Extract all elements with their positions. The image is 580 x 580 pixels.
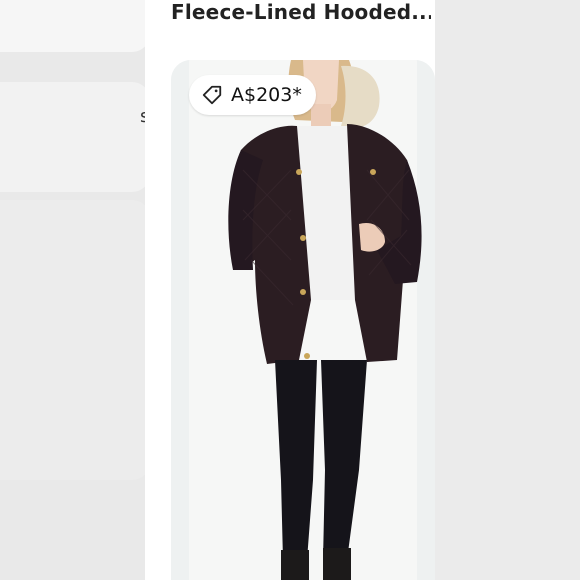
price-badge[interactable]: A$203*	[189, 75, 316, 115]
previous-card-peek[interactable]	[0, 0, 150, 52]
product-column: Fleece-Lined Hooded... A$203*	[145, 0, 435, 580]
product-image-card[interactable]	[171, 60, 435, 580]
left-gutter	[0, 0, 150, 580]
price-label: A$203*	[231, 84, 302, 106]
product-title[interactable]: Fleece-Lined Hooded...	[171, 0, 431, 24]
tag-icon	[202, 85, 222, 105]
product-image	[171, 60, 435, 580]
side-card-peek-lower[interactable]	[0, 200, 150, 480]
right-gutter	[435, 0, 580, 580]
side-card-peek[interactable]	[0, 82, 150, 192]
